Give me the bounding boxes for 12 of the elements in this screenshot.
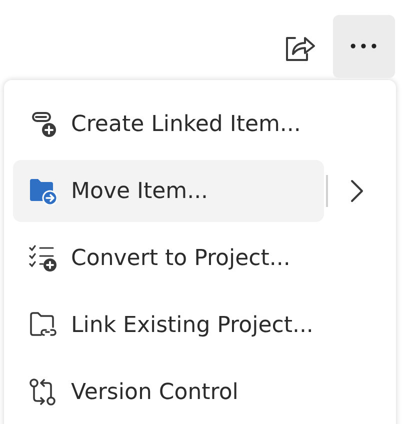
more-button[interactable]: ••• [333, 15, 395, 78]
chevron-right-icon[interactable] [350, 179, 364, 203]
menu-item[interactable]: Convert to Project... [13, 227, 324, 289]
menu-item[interactable]: Move Item... [13, 160, 324, 222]
version-control-icon [29, 378, 57, 406]
checklist-add-icon [29, 244, 57, 272]
folder-link-icon [29, 311, 57, 339]
menu-item[interactable]: Create Linked Item... [13, 93, 324, 155]
folder-move-icon [29, 177, 57, 205]
menu-item[interactable]: Version Control [13, 361, 324, 423]
link-add-icon [29, 110, 57, 138]
menu-item[interactable]: Link Existing Project... [13, 294, 324, 356]
